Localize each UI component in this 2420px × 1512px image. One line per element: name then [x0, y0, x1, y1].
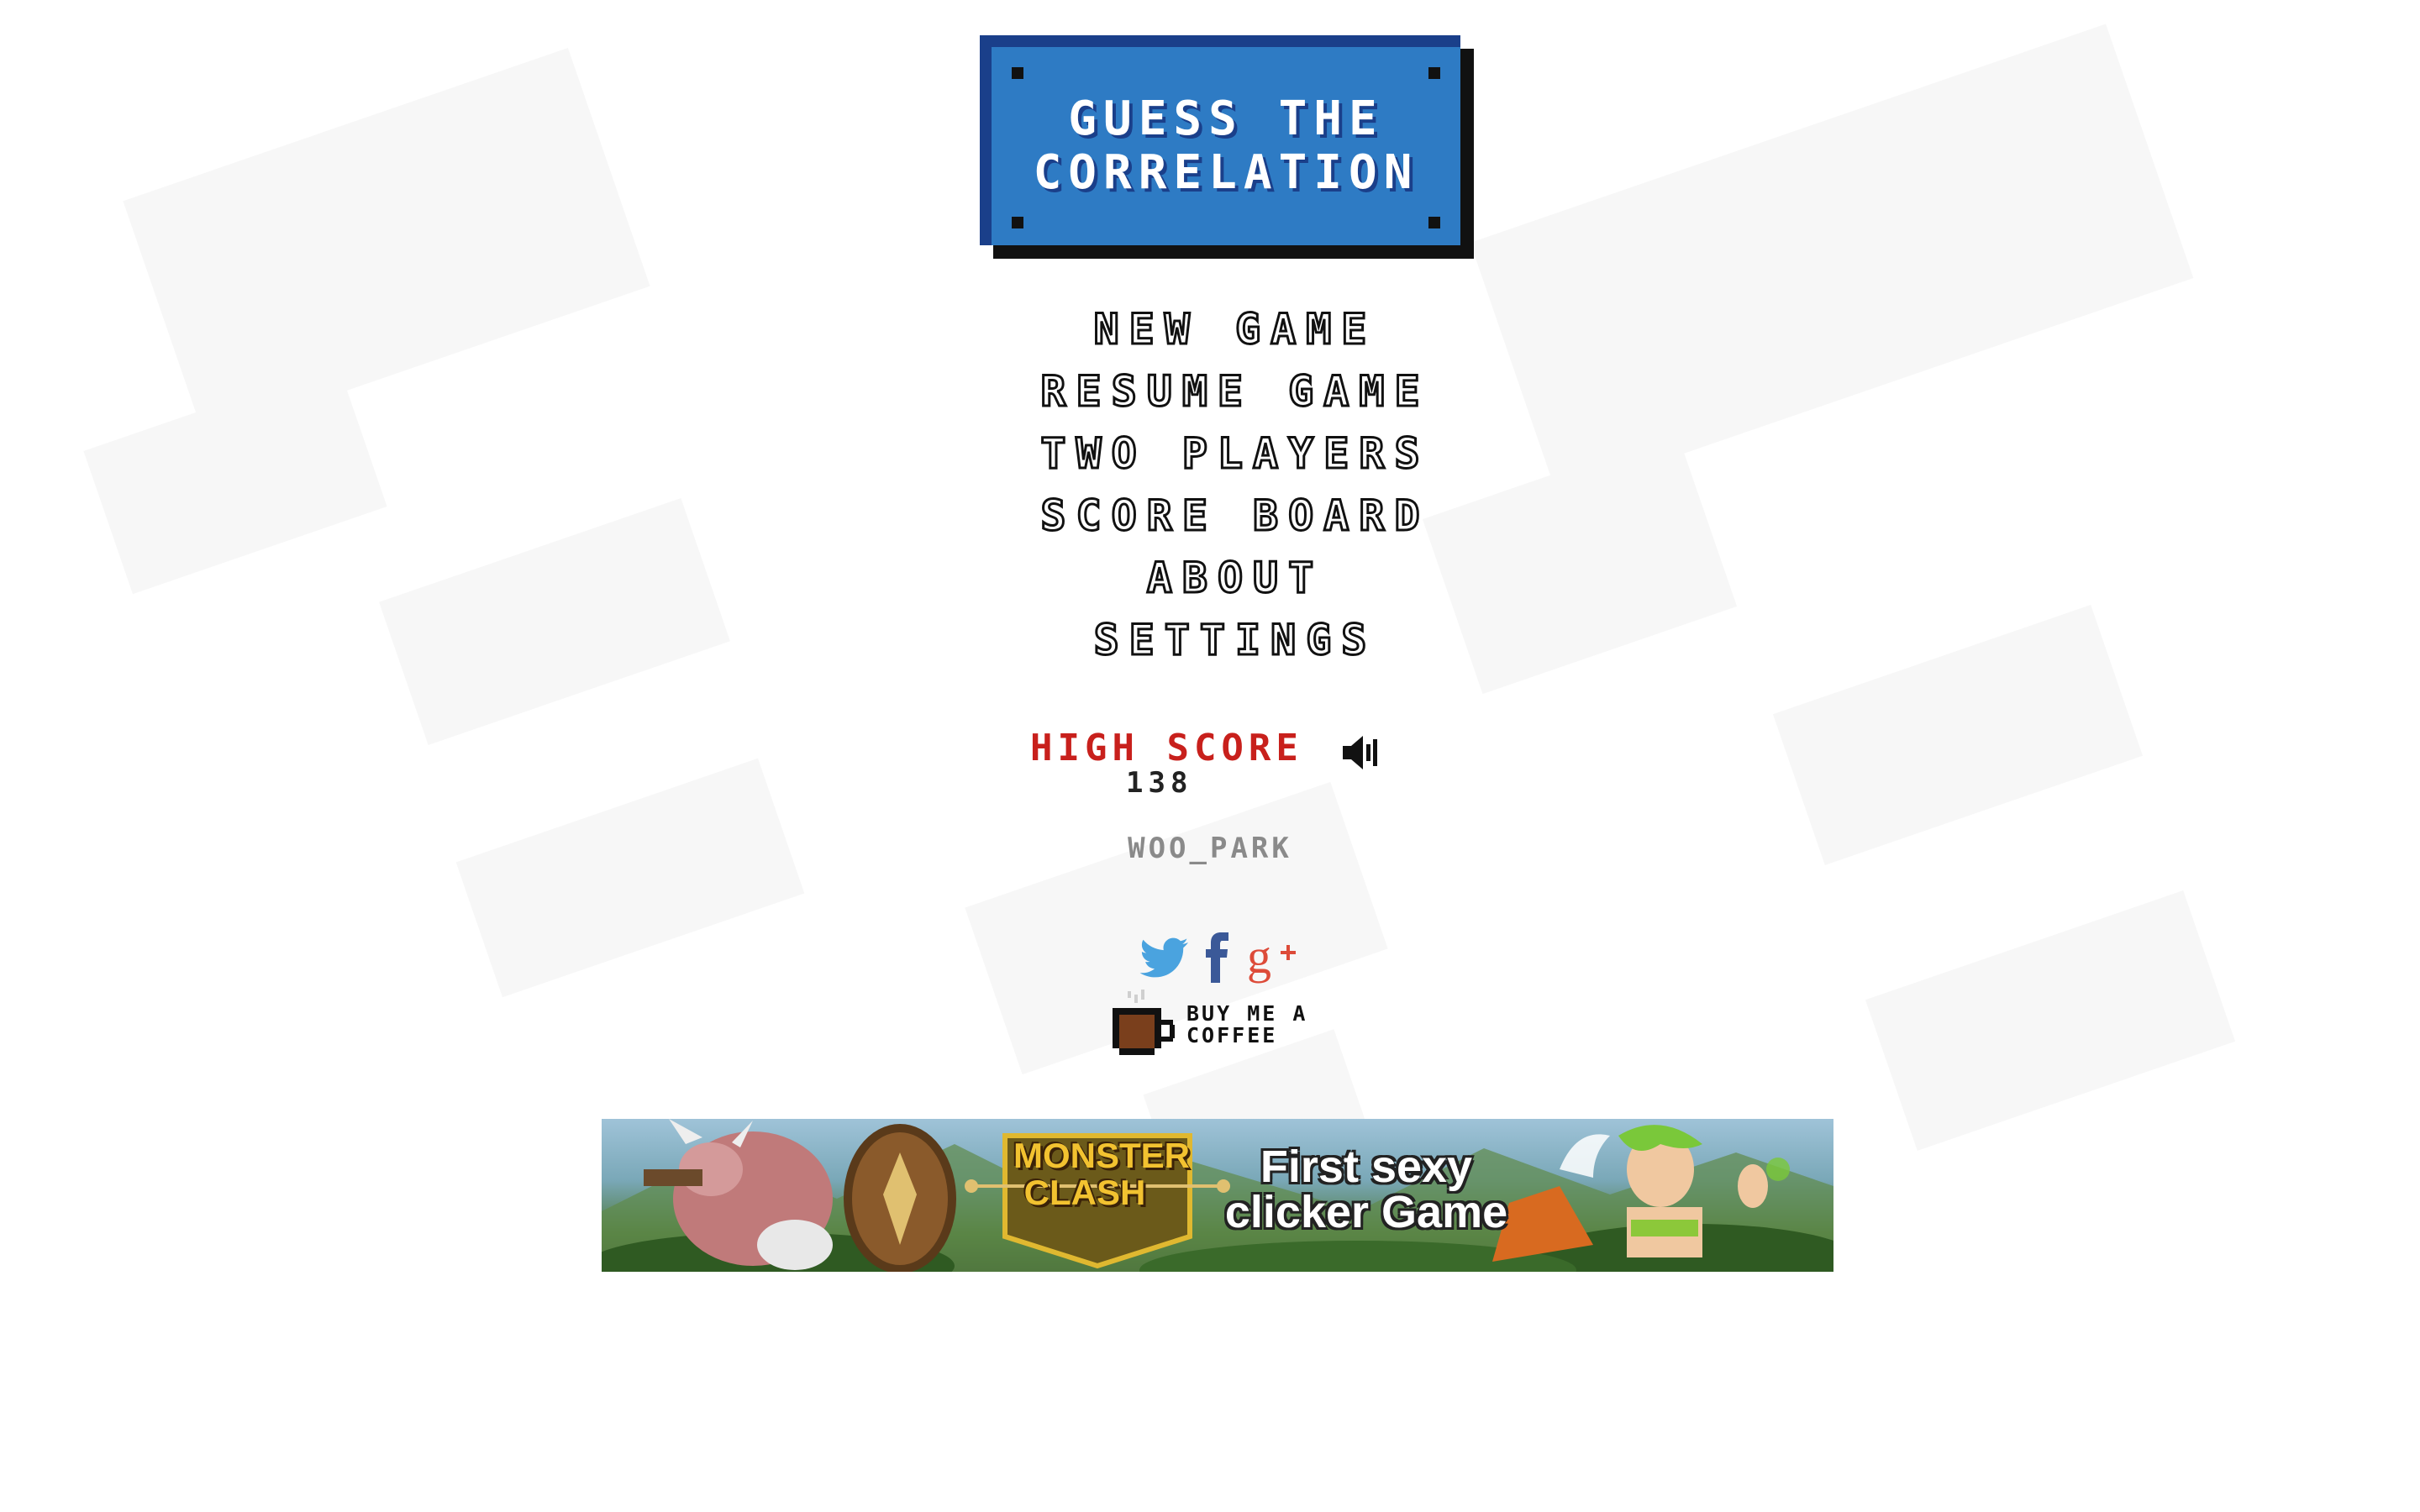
background-block	[1865, 890, 2236, 1151]
menu-settings[interactable]: SETTINGS	[958, 609, 1512, 671]
rivet	[1428, 67, 1440, 79]
background-block	[379, 498, 730, 745]
coffee-cup-icon	[1113, 990, 1175, 1055]
sound-toggle-button[interactable]	[1338, 727, 1388, 778]
ad-headline-line1: First sexy	[1260, 1142, 1473, 1192]
twitter-button[interactable]	[1138, 931, 1193, 984]
menu-new-game[interactable]: NEW GAME	[958, 298, 1512, 360]
username-label: WOO_PARK	[1128, 832, 1292, 865]
coffee-label: BUY ME A COFFEE	[1186, 1003, 1321, 1047]
coffee-label-line1: BUY ME A	[1186, 1001, 1308, 1026]
high-score-value: 138	[1126, 766, 1193, 800]
menu-resume-game[interactable]: RESUME GAME	[958, 360, 1512, 423]
buy-me-a-coffee-button[interactable]: BUY ME A COFFEE	[1109, 988, 1319, 1058]
background-block	[123, 48, 650, 439]
game-title: GUESS THE CORRELATION	[992, 92, 1460, 200]
google-plus-icon: g	[1247, 929, 1296, 984]
background-block	[1470, 24, 2194, 497]
ad-logo: MONSTER CLASH	[1013, 1136, 1190, 1212]
coffee-label-line2: COFFEE	[1186, 1023, 1278, 1047]
menu-two-players[interactable]: TWO PLAYERS	[958, 423, 1512, 485]
svg-text:g: g	[1247, 931, 1271, 984]
speaker-icon	[1343, 736, 1377, 769]
rivet	[1428, 217, 1440, 228]
ad-logo-line2: CLASH	[1023, 1173, 1146, 1212]
title-plaque: GUESS THE CORRELATION	[980, 35, 1460, 245]
google-plus-button[interactable]: g	[1247, 929, 1299, 984]
facebook-button[interactable]	[1203, 931, 1232, 984]
menu-score-board[interactable]: SCORE BOARD	[958, 485, 1512, 547]
facebook-icon	[1206, 932, 1228, 983]
ad-headline-line2: clicker Game	[1224, 1187, 1508, 1237]
rivet	[1012, 67, 1023, 79]
menu-about[interactable]: ABOUT	[958, 547, 1512, 609]
background-block	[1772, 605, 2144, 865]
twitter-icon	[1139, 937, 1188, 978]
ad-banner[interactable]: MONSTER CLASH First sexy clicker Game	[602, 1119, 1833, 1272]
rivet	[1012, 217, 1023, 228]
main-menu: NEW GAME RESUME GAME TWO PLAYERS SCORE B…	[958, 298, 1512, 671]
background-block	[83, 363, 387, 595]
ad-logo-line1: MONSTER	[1013, 1136, 1190, 1175]
game-screen: GUESS THE CORRELATION NEW GAME RESUME GA…	[0, 0, 2420, 1512]
game-title-line2: CORRELATION	[1033, 145, 1419, 200]
high-score-label: HIGH SCORE	[1030, 727, 1303, 769]
game-title-line1: GUESS THE	[1068, 92, 1384, 146]
background-block	[455, 758, 805, 998]
ad-headline: First sexy clicker Game	[1215, 1144, 1518, 1235]
